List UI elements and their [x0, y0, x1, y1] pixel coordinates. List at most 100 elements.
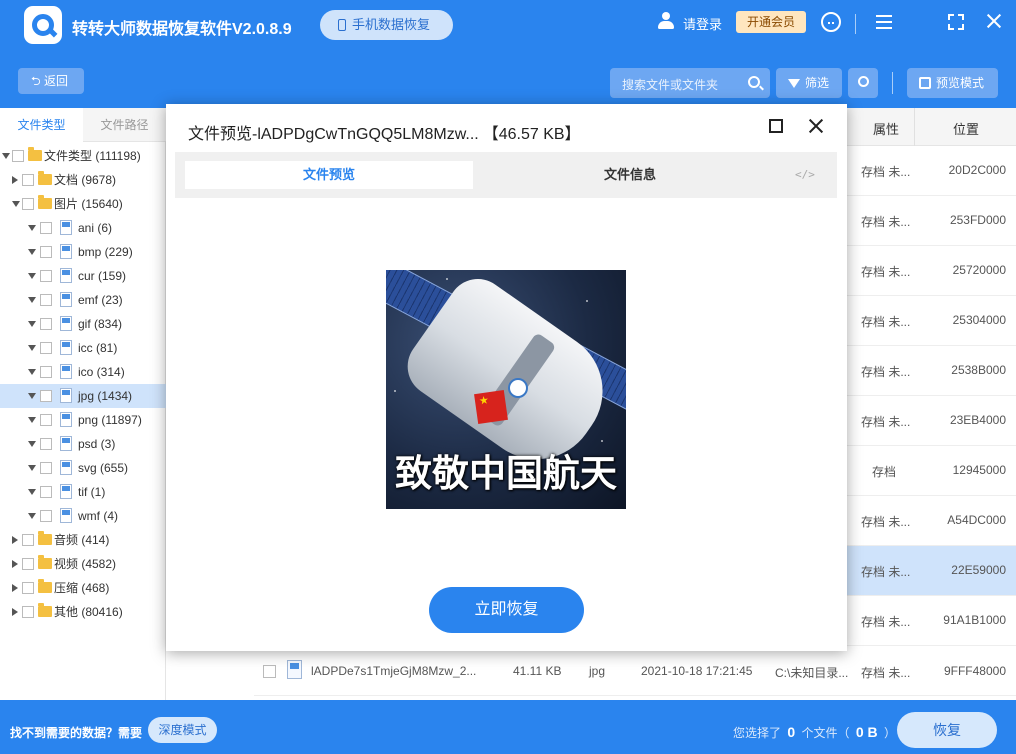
- tree-item[interactable]: 文档 (9678): [0, 168, 166, 192]
- deep-mode-button[interactable]: 深度模式: [148, 717, 217, 743]
- file-type-icon: [60, 508, 72, 523]
- expand-arrow-icon[interactable]: [28, 225, 36, 231]
- vip-button[interactable]: 开通会员: [736, 11, 806, 33]
- dialog-close-icon[interactable]: [807, 117, 825, 135]
- expand-arrow-icon[interactable]: [28, 441, 36, 447]
- row-checkbox[interactable]: [263, 665, 276, 678]
- expand-arrow-icon[interactable]: [28, 369, 36, 375]
- tree-item[interactable]: 其他 (80416): [0, 600, 166, 624]
- recover-now-button[interactable]: 立即恢复: [429, 587, 584, 633]
- tree-checkbox[interactable]: [22, 558, 34, 570]
- tree-item[interactable]: gif (834): [0, 312, 166, 336]
- dialog-file-size: 【46.57 KB】: [482, 126, 581, 143]
- folder-icon: [38, 555, 52, 569]
- recover-button[interactable]: 恢复: [897, 712, 997, 748]
- column-header-attr[interactable]: 属性: [873, 119, 899, 138]
- expand-arrow-icon[interactable]: [28, 273, 36, 279]
- tree-item[interactable]: ico (314): [0, 360, 166, 384]
- tab-file-type[interactable]: 文件类型: [0, 108, 83, 142]
- maximize-icon[interactable]: [948, 14, 964, 30]
- tree-item[interactable]: bmp (229): [0, 240, 166, 264]
- tree-checkbox[interactable]: [40, 486, 52, 498]
- row-attr: 存档: [872, 465, 897, 479]
- collapse-arrow-icon[interactable]: [12, 536, 18, 544]
- column-header-position[interactable]: 位置: [953, 119, 979, 138]
- expand-arrow-icon[interactable]: [28, 321, 36, 327]
- collapse-arrow-icon[interactable]: [12, 176, 18, 184]
- code-icon[interactable]: </>: [795, 168, 815, 181]
- tree-item[interactable]: 音频 (414): [0, 528, 166, 552]
- dialog-maximize-icon[interactable]: [769, 119, 783, 133]
- tree-item[interactable]: ani (6): [0, 216, 166, 240]
- table-row[interactable]: lADPDe7s1TmjeGjM8Mzw_2... 41.11 KB jpg 2…: [254, 646, 1016, 696]
- tree-item-label: bmp (229): [78, 245, 133, 259]
- tree-checkbox[interactable]: [40, 342, 52, 354]
- tree-item[interactable]: svg (655): [0, 456, 166, 480]
- tree-checkbox[interactable]: [40, 222, 52, 234]
- tree-checkbox[interactable]: [40, 510, 52, 522]
- tree-item[interactable]: png (11897): [0, 408, 166, 432]
- row-position: 22E59000: [951, 563, 1006, 577]
- tree-checkbox[interactable]: [22, 198, 34, 210]
- tree-item[interactable]: psd (3): [0, 432, 166, 456]
- tree-checkbox[interactable]: [12, 150, 24, 162]
- file-name: lADPDe7s1TmjeGjM8Mzw_2...: [311, 664, 477, 678]
- tree-checkbox[interactable]: [22, 534, 34, 546]
- preview-mode-button[interactable]: 预览模式: [907, 68, 998, 98]
- tree-checkbox[interactable]: [40, 318, 52, 330]
- search-input[interactable]: 搜索文件或文件夹: [610, 68, 770, 98]
- tree-checkbox[interactable]: [40, 366, 52, 378]
- tree-checkbox[interactable]: [22, 582, 34, 594]
- tree-checkbox[interactable]: [22, 174, 34, 186]
- tree-item[interactable]: jpg (1434): [0, 384, 166, 408]
- tree-item[interactable]: wmf (4): [0, 504, 166, 528]
- expand-arrow-icon[interactable]: [28, 513, 36, 519]
- search-icon[interactable]: [748, 76, 760, 88]
- phone-recovery-button[interactable]: 手机数据恢复: [320, 10, 453, 40]
- collapse-arrow-icon[interactable]: [12, 560, 18, 568]
- menu-icon[interactable]: [876, 15, 892, 29]
- tree-item[interactable]: 文件类型 (111198): [0, 144, 166, 168]
- tab-file-info[interactable]: 文件信息: [485, 161, 775, 189]
- tree-item[interactable]: cur (159): [0, 264, 166, 288]
- expand-arrow-icon[interactable]: [28, 297, 36, 303]
- tree-checkbox[interactable]: [40, 270, 52, 282]
- tree-checkbox[interactable]: [40, 390, 52, 402]
- filter-button[interactable]: 筛选: [776, 68, 842, 98]
- expand-arrow-icon[interactable]: [28, 345, 36, 351]
- expand-arrow-icon[interactable]: [2, 153, 10, 159]
- expand-arrow-icon[interactable]: [28, 417, 36, 423]
- expand-arrow-icon[interactable]: [28, 489, 36, 495]
- collapse-arrow-icon[interactable]: [12, 584, 18, 592]
- tree-checkbox[interactable]: [22, 606, 34, 618]
- tree-item[interactable]: icc (81): [0, 336, 166, 360]
- file-type-icon: [60, 436, 72, 451]
- expand-arrow-icon[interactable]: [28, 249, 36, 255]
- tree-checkbox[interactable]: [40, 438, 52, 450]
- sidebar-tabs: 文件类型 文件路径: [0, 108, 166, 142]
- expand-arrow-icon[interactable]: [12, 201, 20, 207]
- tab-file-path[interactable]: 文件路径: [83, 108, 166, 142]
- tree-checkbox[interactable]: [40, 246, 52, 258]
- file-type-icon: [60, 412, 72, 427]
- advanced-search-button[interactable]: [848, 68, 878, 98]
- tree-checkbox[interactable]: [40, 462, 52, 474]
- expand-arrow-icon[interactable]: [28, 393, 36, 399]
- back-button[interactable]: ⮌ 返回: [18, 68, 84, 94]
- list-header: 属性 位置: [846, 108, 1016, 146]
- tree-item[interactable]: 压缩 (468): [0, 576, 166, 600]
- tree-item[interactable]: emf (23): [0, 288, 166, 312]
- tree-item[interactable]: 视频 (4582): [0, 552, 166, 576]
- emblem-icon: [508, 378, 528, 398]
- login-link[interactable]: 请登录: [683, 14, 722, 33]
- close-icon[interactable]: [985, 12, 1003, 30]
- tree-item[interactable]: tif (1): [0, 480, 166, 504]
- support-icon[interactable]: [821, 12, 841, 32]
- user-icon[interactable]: [657, 12, 675, 30]
- expand-arrow-icon[interactable]: [28, 465, 36, 471]
- tab-file-preview[interactable]: 文件预览: [185, 161, 473, 189]
- tree-checkbox[interactable]: [40, 294, 52, 306]
- tree-checkbox[interactable]: [40, 414, 52, 426]
- collapse-arrow-icon[interactable]: [12, 608, 18, 616]
- tree-item[interactable]: 图片 (15640): [0, 192, 166, 216]
